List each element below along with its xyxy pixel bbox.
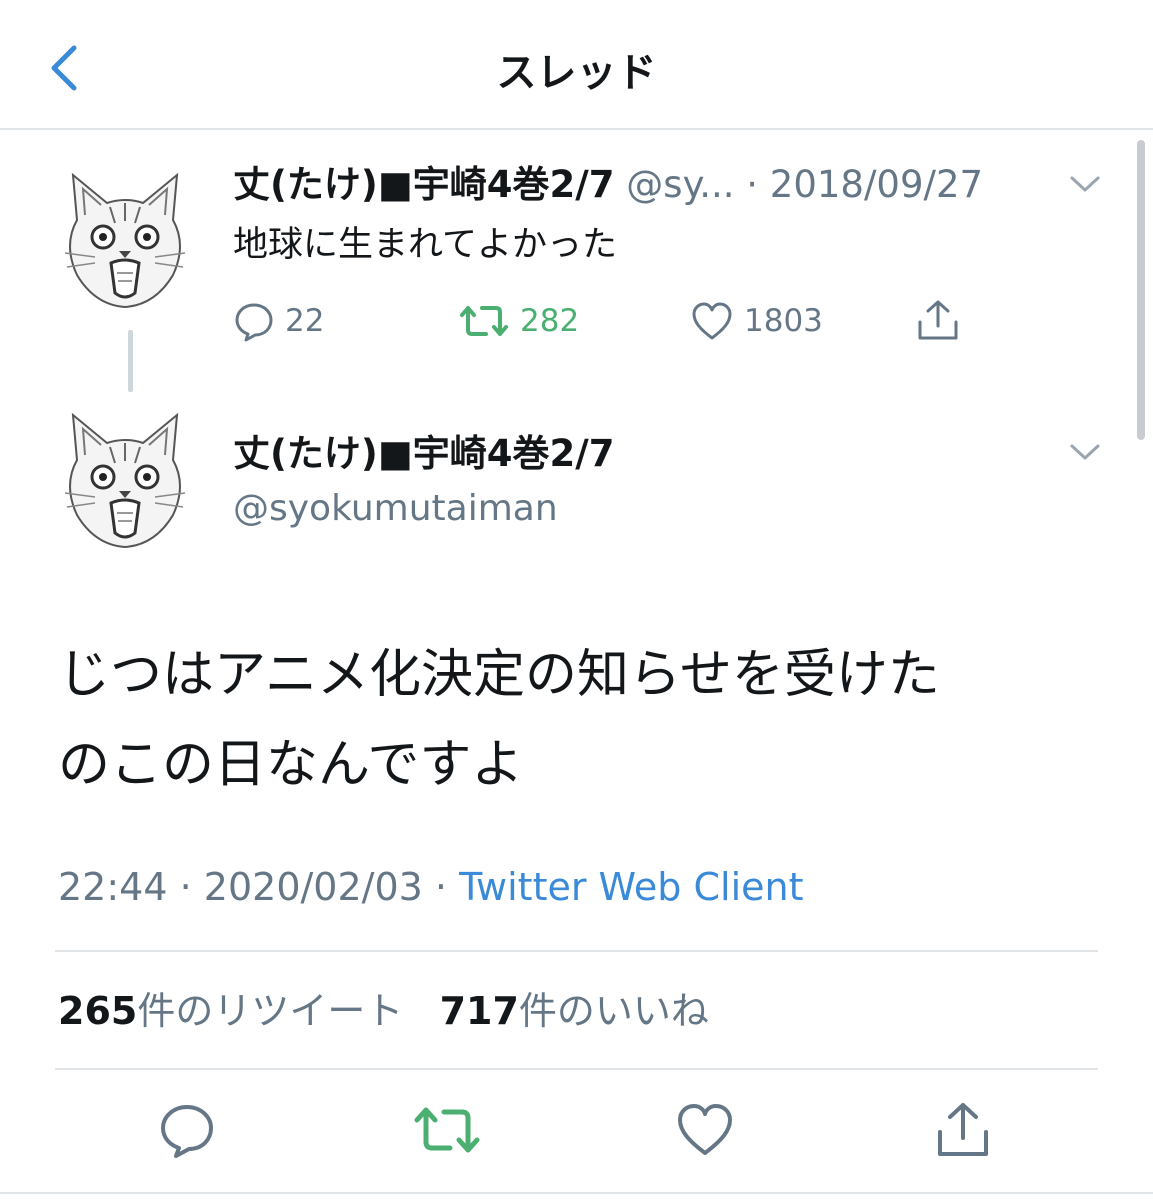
handle[interactable]: @syokumutaiman (233, 486, 558, 532)
retweet-icon (414, 1107, 480, 1153)
separator-dot: · (434, 865, 448, 909)
heart-icon (692, 302, 732, 340)
chevron-down-icon (1070, 176, 1100, 192)
divider (55, 950, 1098, 952)
retweet-count: 282 (520, 303, 580, 339)
like-button[interactable] (675, 1100, 735, 1160)
tweet-text-line: のこの日なんですよ (58, 735, 524, 795)
nav-header: スレッド (0, 0, 1153, 130)
reply-button[interactable] (157, 1100, 217, 1160)
divider (55, 1068, 1098, 1070)
tweet-meta: 22:44 · 2020/02/03 · Twitter Web Client (58, 862, 803, 912)
likes-stat[interactable]: 717件のいいね (440, 989, 709, 1033)
retweets-stat[interactable]: 265件のリツイート (58, 989, 403, 1033)
tweet-time: 22:44 (58, 865, 168, 909)
display-name[interactable]: 丈(たけ)■宇崎4巻2/7 (233, 430, 615, 478)
likes-label: 件のいいね (518, 989, 709, 1033)
handle[interactable]: @sy... (626, 163, 734, 206)
retweet-icon (460, 306, 508, 336)
avatar[interactable] (55, 165, 195, 315)
reply-count: 22 (285, 303, 325, 339)
cat-avatar-image (64, 412, 186, 549)
tweet-menu-button[interactable] (1068, 440, 1102, 464)
retweet-button[interactable] (412, 1100, 482, 1160)
chevron-down-icon (1070, 444, 1100, 460)
tweet-text-line: じつはアニメ化決定の知らせを受けた (58, 645, 940, 705)
divider (0, 1192, 1153, 1194)
share-icon (938, 1103, 988, 1156)
share-icon (918, 300, 958, 340)
tweet-text: じつはアニメ化決定の知らせを受けた のこの日なんですよ (58, 630, 1118, 810)
tweet-header: 丈(たけ)■宇崎4巻2/7 @sy... · 2018/09/27 (233, 162, 983, 208)
heart-icon (678, 1104, 732, 1155)
like-count: 1803 (744, 303, 823, 339)
reply-button[interactable]: 22 (233, 296, 324, 346)
display-name[interactable]: 丈(たけ)■宇崎4巻2/7 (233, 163, 615, 206)
thread-connector-line (128, 330, 133, 392)
tweet-menu-button[interactable] (1068, 172, 1102, 196)
share-button[interactable] (915, 296, 961, 346)
tweet-stats: 265件のリツイート 717件のいいね (58, 986, 709, 1036)
tweet-date[interactable]: 2018/09/27 (770, 163, 983, 206)
scrollbar[interactable] (1137, 140, 1145, 440)
separator-dot: · (179, 865, 192, 909)
retweet-button[interactable]: 282 (458, 296, 579, 346)
source-link[interactable]: Twitter Web Client (459, 865, 803, 909)
share-button[interactable] (933, 1100, 993, 1160)
like-button[interactable]: 1803 (690, 296, 823, 346)
likes-count: 717 (439, 989, 519, 1033)
tweet-text: 地球に生まれてよかった (233, 225, 617, 265)
cat-avatar-image (64, 172, 186, 309)
separator-dot: · (746, 163, 759, 206)
retweets-label: 件のリツイート (137, 989, 404, 1033)
retweets-count: 265 (58, 989, 138, 1033)
reply-icon (161, 1105, 213, 1158)
reply-icon (235, 303, 273, 342)
tweet-date: 2020/02/03 (203, 865, 423, 909)
page-title: スレッド (496, 50, 657, 96)
avatar[interactable] (55, 405, 195, 555)
